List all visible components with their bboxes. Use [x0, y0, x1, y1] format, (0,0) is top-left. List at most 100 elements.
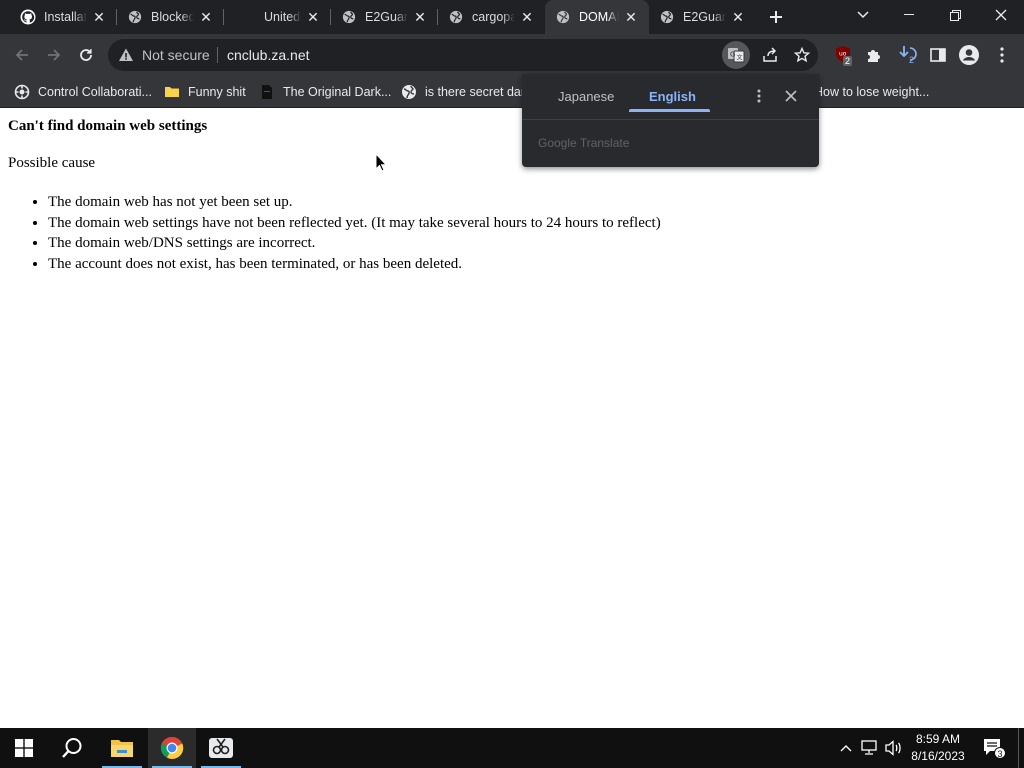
- profile-button[interactable]: [957, 43, 981, 67]
- translate-button[interactable]: G文: [722, 41, 750, 69]
- bookmarks-bar: Control Collaborati... Funny shit The Or…: [0, 76, 1024, 108]
- bookmark-label: How to lose weight...: [814, 85, 930, 99]
- browser-tab[interactable]: Blocked ✕: [117, 0, 224, 34]
- snipping-tool-icon: [209, 738, 233, 758]
- windows-logo-icon: [15, 739, 33, 757]
- tab-source-language[interactable]: Japanese: [558, 89, 614, 104]
- download-count-badge: 2: [909, 55, 915, 65]
- bookmark-item[interactable]: The Original Dark...: [259, 82, 391, 102]
- translate-popup: Japanese English Google Translate: [522, 74, 819, 167]
- tab-strip: Installati ✕ Blocked ✕ United S ✕ E2Guar…: [0, 0, 1024, 34]
- puzzle-icon: [868, 50, 880, 62]
- browser-tab[interactable]: United S ✕: [224, 0, 331, 34]
- bookmark-item[interactable]: How to lose weight...: [814, 82, 929, 102]
- google-translate-brand: Google Translate: [538, 136, 630, 150]
- side-panel-button[interactable]: [926, 43, 950, 67]
- show-hidden-icons-button[interactable]: [836, 738, 856, 758]
- svg-text:G: G: [730, 51, 735, 59]
- globe-icon: [448, 9, 464, 25]
- search-icon: [62, 738, 82, 758]
- tab-title: DOMAIN: [579, 10, 619, 24]
- close-tab-icon[interactable]: ✕: [623, 9, 639, 25]
- volume-button[interactable]: [884, 738, 904, 758]
- tab-search-button[interactable]: [840, 0, 886, 30]
- folder-icon: [164, 84, 180, 100]
- chrome-taskbar-button[interactable]: [148, 728, 196, 768]
- taskbar-clock[interactable]: 8:59 AM 8/16/2023: [904, 731, 972, 765]
- show-desktop-button[interactable]: [1018, 728, 1024, 768]
- close-tab-icon[interactable]: ✕: [412, 9, 428, 25]
- clock-time: 8:59 AM: [915, 732, 961, 746]
- chrome-menu-button[interactable]: [990, 43, 1014, 67]
- close-tab-icon[interactable]: ✕: [305, 9, 321, 25]
- globe-icon: [659, 9, 675, 25]
- browser-tab[interactable]: Installati ✕: [0, 0, 117, 34]
- chrome-icon: [160, 736, 184, 759]
- tab-target-language[interactable]: English: [649, 89, 696, 104]
- blank-favicon: [240, 9, 256, 25]
- browser-tab[interactable]: E2Guardi ✕: [649, 0, 756, 34]
- close-tab-icon[interactable]: ✕: [91, 9, 107, 25]
- bookmark-star-button[interactable]: [792, 45, 812, 65]
- reload-button[interactable]: [74, 43, 98, 67]
- chevron-up-icon: [840, 745, 852, 752]
- arrow-left-icon: [15, 49, 28, 61]
- globe-icon: [555, 9, 571, 25]
- security-status-label[interactable]: Not secure: [142, 47, 210, 63]
- browser-tab-active[interactable]: DOMAIN ✕: [545, 0, 649, 34]
- warning-icon[interactable]: [118, 47, 134, 63]
- forward-button[interactable]: [42, 43, 66, 67]
- close-tab-icon[interactable]: ✕: [198, 9, 214, 25]
- page-title: Can't find domain web settings: [8, 118, 208, 134]
- network-button[interactable]: [860, 738, 880, 758]
- tab-title: Installati: [44, 10, 87, 24]
- list-item: The domain web/DNS settings are incorrec…: [48, 233, 661, 254]
- extensions-button[interactable]: [862, 43, 886, 67]
- clock-date: 8/16/2023: [911, 749, 965, 763]
- bookmark-label: The Original Dark...: [283, 85, 392, 99]
- ublock-count-badge: 2: [843, 56, 853, 66]
- ublock-extension-button[interactable]: uo 2: [833, 43, 857, 67]
- github-icon: [20, 9, 36, 25]
- close-translate-button[interactable]: [781, 86, 801, 106]
- page-subheading: Possible cause: [8, 155, 96, 171]
- app-icon: [14, 84, 30, 100]
- share-button[interactable]: [760, 45, 780, 65]
- bookmark-label: Funny shit: [188, 85, 246, 99]
- new-tab-button[interactable]: [764, 5, 788, 29]
- reload-icon: [80, 49, 92, 61]
- browser-tab[interactable]: cargopa ✕: [438, 0, 545, 34]
- close-tab-icon[interactable]: ✕: [519, 9, 535, 25]
- bookmark-item[interactable]: is there secret dark: [401, 82, 531, 102]
- divider: [217, 47, 218, 63]
- address-bar[interactable]: Not secure cnclub.za.net G文: [108, 39, 818, 71]
- url-text[interactable]: cnclub.za.net: [227, 47, 310, 63]
- close-window-button[interactable]: [978, 0, 1024, 30]
- language-tabs: Japanese English: [522, 74, 819, 120]
- browser-tab[interactable]: E2Guardi ✕: [331, 0, 438, 34]
- close-tab-icon[interactable]: ✕: [730, 9, 746, 25]
- file-explorer-button[interactable]: [98, 728, 146, 768]
- bookmark-folder[interactable]: Funny shit: [164, 82, 246, 102]
- tab-title: United S: [264, 10, 301, 24]
- network-icon: [861, 740, 877, 755]
- globe-icon: [341, 9, 357, 25]
- bookmark-item[interactable]: Control Collaborati...: [14, 82, 152, 102]
- downloads-button[interactable]: 2: [896, 43, 920, 67]
- folder-icon: [111, 740, 133, 757]
- list-item: The account does not exist, has been ter…: [48, 254, 661, 275]
- selected-tab-indicator: [629, 109, 710, 112]
- plus-icon: [770, 11, 782, 23]
- download-icon: [899, 46, 917, 61]
- start-button[interactable]: [0, 728, 48, 768]
- back-button[interactable]: [10, 43, 34, 67]
- minimize-button[interactable]: [886, 0, 932, 30]
- bookmark-label: Control Collaborati...: [38, 85, 152, 99]
- snipping-tool-button[interactable]: [197, 728, 245, 768]
- page-content: Can't find domain web settings Possible …: [0, 109, 1024, 728]
- search-button[interactable]: [48, 728, 96, 768]
- windows-taskbar: 8:59 AM 8/16/2023 3: [0, 728, 1024, 768]
- action-center-button[interactable]: 3: [982, 737, 1006, 759]
- restore-button[interactable]: [932, 0, 978, 30]
- translate-options-button[interactable]: [751, 86, 767, 106]
